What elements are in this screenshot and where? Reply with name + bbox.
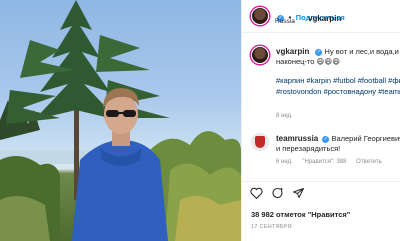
post-location[interactable]: Russia bbox=[275, 18, 295, 25]
comment-icon[interactable] bbox=[271, 187, 284, 199]
action-bar bbox=[242, 181, 400, 201]
caption-username[interactable]: vgkarpin bbox=[276, 47, 309, 56]
caption-avatar[interactable] bbox=[251, 46, 269, 64]
post-hashtags[interactable]: #карпин #karpin #futbol #football #фкрос… bbox=[276, 76, 400, 97]
comments-area: vgkarpin ✓ Ну вот и лес,и вода,и всё... … bbox=[242, 34, 400, 174]
post-date: 17 СЕНТЯБРЯ bbox=[251, 224, 292, 230]
comment-time[interactable]: 6 нед. bbox=[276, 159, 293, 165]
author-avatar[interactable] bbox=[251, 7, 269, 25]
author-username[interactable]: vgkarpin bbox=[308, 14, 341, 23]
comment-meta: 6 нед. "Нравится": 388 Ответить bbox=[276, 159, 390, 165]
post-caption: vgkarpin ✓ Ну вот и лес,и вода,и всё... … bbox=[276, 47, 400, 67]
comment: teamrussia ✓ Валерий Георгиевич, хорошо … bbox=[276, 134, 400, 154]
paper-plane-icon[interactable] bbox=[292, 187, 305, 199]
commenter-avatar[interactable] bbox=[251, 133, 269, 151]
post-photo[interactable] bbox=[0, 0, 241, 241]
post-header: vgkarpin ✓ • Подписаться Russia bbox=[242, 0, 400, 33]
commenter-username[interactable]: teamrussia bbox=[276, 134, 318, 143]
heart-icon[interactable] bbox=[250, 187, 263, 199]
verified-badge-icon: ✓ bbox=[322, 136, 330, 143]
photo-scene bbox=[0, 0, 241, 241]
reply-button[interactable]: Ответить bbox=[356, 159, 382, 165]
likes-count[interactable]: 38 982 отметок "Нравится" bbox=[251, 210, 350, 219]
post-details-panel: vgkarpin ✓ • Подписаться Russia vgkarpin… bbox=[241, 0, 400, 241]
comment-likes[interactable]: "Нравится": 388 bbox=[302, 159, 346, 165]
verified-badge-icon: ✓ bbox=[315, 49, 323, 56]
caption-time[interactable]: 8 нед. bbox=[276, 113, 293, 119]
